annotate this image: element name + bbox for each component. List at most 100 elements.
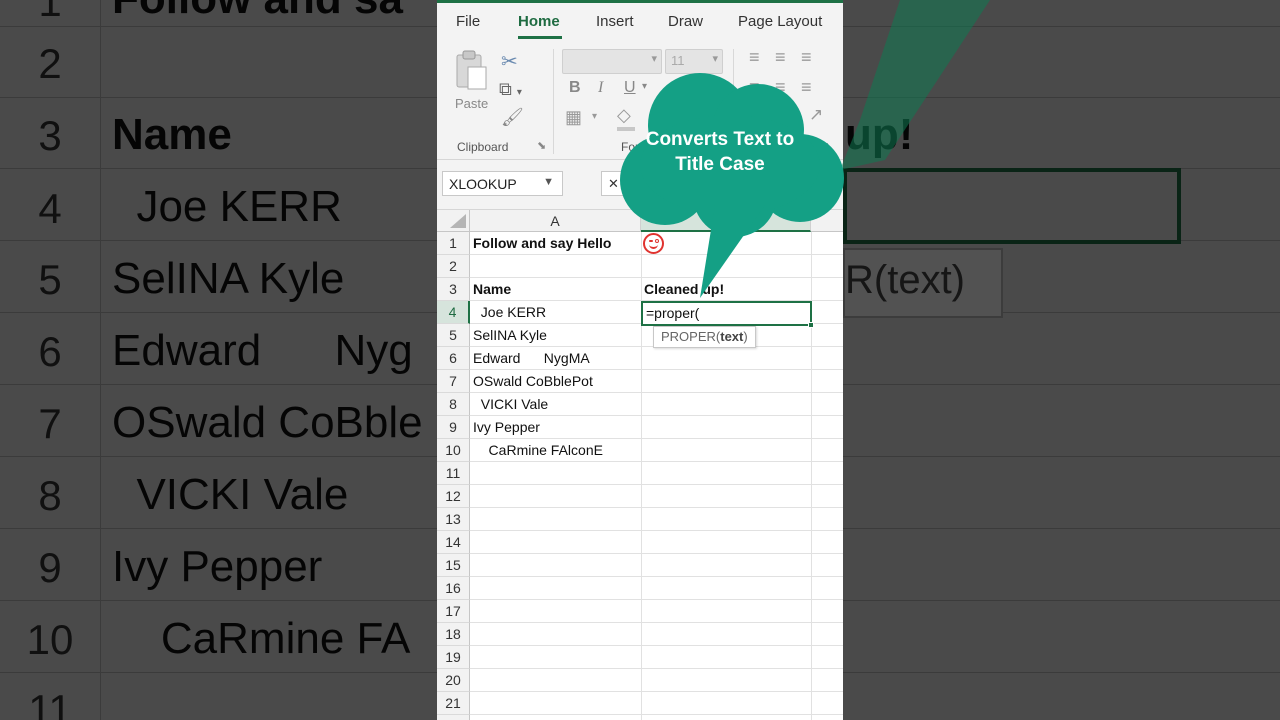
cell-a7[interactable]: OSwald CoBblePot xyxy=(473,370,593,393)
name-box[interactable]: XLOOKUP ▼ xyxy=(442,171,563,196)
align-right-icon[interactable]: ≡ xyxy=(801,77,812,98)
row-header[interactable]: 2 xyxy=(437,255,470,278)
orientation-icon[interactable]: ↗ xyxy=(809,105,823,125)
gridline xyxy=(470,668,843,669)
row-header[interactable]: 1 xyxy=(437,232,470,255)
column-header-a[interactable]: A xyxy=(470,210,641,232)
bg-name: Joe KERR xyxy=(112,182,342,231)
gridline xyxy=(470,576,843,577)
copy-icon[interactable]: ⧉ ▾ xyxy=(499,79,522,100)
row-header[interactable]: 13 xyxy=(437,508,470,531)
callout-text: Converts Text to Title Case xyxy=(645,129,795,175)
cell-a1[interactable]: Follow and say Hello xyxy=(473,232,611,255)
function-tooltip[interactable]: PROPER(text) xyxy=(653,326,756,348)
tab-draw[interactable]: Draw xyxy=(668,13,703,30)
row-header[interactable]: 15 xyxy=(437,554,470,577)
underline-button[interactable]: U xyxy=(624,79,636,97)
align-center-icon[interactable]: ≡ xyxy=(775,77,786,98)
bg-row-number: 6 xyxy=(38,328,62,375)
bold-button[interactable]: B xyxy=(569,79,581,97)
bg-header-name: Name xyxy=(112,110,232,159)
gridline xyxy=(470,553,843,554)
cell-a3[interactable]: Name xyxy=(473,278,511,301)
row-header[interactable]: 14 xyxy=(437,531,470,554)
bg-row-number: 9 xyxy=(38,544,62,591)
clipboard-icon xyxy=(456,50,487,90)
row-header[interactable]: 22 xyxy=(437,715,470,720)
cell-edit-text[interactable]: =proper( xyxy=(646,303,699,324)
bg-row-number: 1 xyxy=(38,0,62,25)
row-header[interactable]: 5 xyxy=(437,324,470,347)
tab-page-layout[interactable]: Page Layout xyxy=(738,13,822,30)
fill-color-icon[interactable]: ◇ xyxy=(617,105,631,126)
paste-button[interactable]: Paste xyxy=(453,49,489,111)
font-name-select[interactable]: ▾ xyxy=(562,49,662,74)
bg-row-number: 10 xyxy=(26,616,74,663)
row-header[interactable]: 11 xyxy=(437,462,470,485)
format-painter-icon[interactable]: 🖌 xyxy=(501,107,524,128)
clipboard-group-label: Clipboard xyxy=(457,140,509,154)
row-header[interactable]: 19 xyxy=(437,646,470,669)
cell-a6[interactable]: Edward NygMA xyxy=(473,347,590,370)
cell-a5[interactable]: SelINA Kyle xyxy=(473,324,547,347)
video-frame: 1 2 3 4 5 6 7 8 9 10 11 Follow and sa Na… xyxy=(0,0,1280,720)
row-header[interactable]: 4 xyxy=(437,301,470,324)
bg-name: Edward Nyg xyxy=(112,326,413,375)
tooltip-argument[interactable]: text xyxy=(720,329,743,344)
bg-name: VICKI Vale xyxy=(112,470,349,519)
font-size-value: 11 xyxy=(671,53,685,68)
column-headers: A B xyxy=(437,210,843,232)
clipboard-launcher-icon[interactable]: ⬊ xyxy=(537,139,546,152)
bg-row-number: 7 xyxy=(38,400,62,447)
active-cell-b4[interactable]: =proper( xyxy=(641,301,814,328)
row-header[interactable]: 10 xyxy=(437,439,470,462)
row-header[interactable]: 21 xyxy=(437,692,470,715)
row-header[interactable]: 20 xyxy=(437,669,470,692)
align-bottom-icon[interactable]: ≡ xyxy=(801,47,812,68)
row-header[interactable]: 8 xyxy=(437,393,470,416)
bg-name: OSwald CoBble xyxy=(112,398,423,447)
tab-home[interactable]: Home xyxy=(518,13,560,30)
underline-dropdown-icon[interactable]: ▾ xyxy=(642,81,647,92)
row-header[interactable]: 18 xyxy=(437,623,470,646)
row-header[interactable]: 9 xyxy=(437,416,470,439)
gridline xyxy=(470,691,843,692)
tab-insert[interactable]: Insert xyxy=(596,13,634,30)
cell-a4[interactable]: Joe KERR xyxy=(473,301,546,324)
tooltip-function-name: PROPER( xyxy=(661,329,721,344)
cut-icon[interactable]: ✂ xyxy=(501,49,518,74)
select-all-button[interactable] xyxy=(437,210,470,232)
borders-icon[interactable]: ▦ xyxy=(565,107,582,128)
row-header[interactable]: 3 xyxy=(437,278,470,301)
tab-file[interactable]: File xyxy=(456,13,480,30)
row-header[interactable]: 7 xyxy=(437,370,470,393)
fill-handle[interactable] xyxy=(808,322,814,328)
font-size-select[interactable]: 11 ▾ xyxy=(665,49,723,74)
ribbon-tabs: File Home Insert Draw Page Layout xyxy=(437,3,843,43)
chevron-down-icon[interactable]: ▼ xyxy=(543,176,554,188)
bg-name: CaRmine FA xyxy=(112,614,411,663)
bg-active-cell xyxy=(843,168,1181,244)
arrow-graphic xyxy=(840,0,990,170)
alignment-group-label: nt xyxy=(819,140,830,154)
cell-a8[interactable]: VICKI Vale xyxy=(473,393,548,416)
align-left-icon[interactable]: ≡ xyxy=(749,77,760,98)
cell-a10[interactable]: CaRmine FAlconE xyxy=(473,439,603,462)
bg-row-number: 8 xyxy=(38,472,62,519)
bg-tooltip-box: R(text) xyxy=(843,248,1003,318)
bg-row-number: 11 xyxy=(28,686,72,720)
cell-b3[interactable]: Cleaned up! xyxy=(644,278,724,301)
worksheet-grid[interactable]: A B 12345678910111213141516171819202122 … xyxy=(437,210,843,720)
row-header[interactable]: 6 xyxy=(437,347,470,370)
name-box-value: XLOOKUP xyxy=(449,176,517,192)
cell-a9[interactable]: Ivy Pepper xyxy=(473,416,540,439)
align-middle-icon[interactable]: ≡ xyxy=(775,47,786,68)
italic-button[interactable]: I xyxy=(598,79,603,97)
row-header[interactable]: 16 xyxy=(437,577,470,600)
column-header-b[interactable]: B xyxy=(641,210,811,232)
row-header[interactable]: 12 xyxy=(437,485,470,508)
borders-dropdown-icon[interactable]: ▾ xyxy=(592,111,597,122)
row-header[interactable]: 17 xyxy=(437,600,470,623)
bg-tooltip: R(text) xyxy=(845,258,965,302)
align-top-icon[interactable]: ≡ xyxy=(749,47,760,68)
